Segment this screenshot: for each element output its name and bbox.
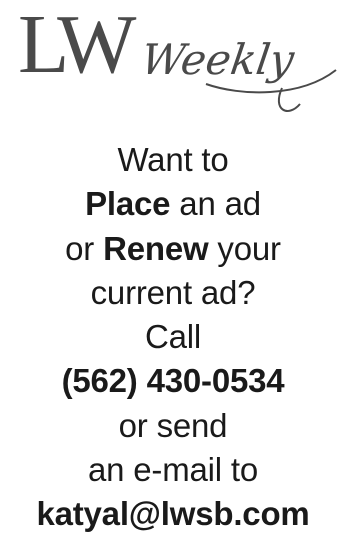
ad-line-current: current ad? bbox=[90, 273, 256, 311]
place-rest: an ad bbox=[170, 185, 261, 223]
lw-weekly-logo: LW Weekly bbox=[0, 0, 346, 130]
ad-line-place: Place an ad bbox=[0, 182, 346, 226]
logo-graphic: LW Weekly bbox=[18, 0, 337, 112]
renew-rest: your bbox=[208, 229, 281, 267]
ad-line-email-to: an e-mail to bbox=[87, 451, 258, 489]
phone-number[interactable]: (562) 430-0534 bbox=[0, 359, 346, 403]
phone-number-text: (562) 430-0534 bbox=[61, 362, 285, 400]
email-address[interactable]: katyal@lwsb.com bbox=[0, 492, 346, 536]
ad-message: Want to Place an ad or Renew your curren… bbox=[0, 138, 346, 537]
ad-line-renew: or Renew your bbox=[0, 227, 346, 271]
email-address-text: katyal@lwsb.com bbox=[36, 495, 310, 533]
renew-word: Renew bbox=[103, 229, 209, 267]
renew-prefix: or bbox=[65, 229, 104, 267]
ad-line-want: Want to bbox=[117, 141, 229, 178]
ad-line-call: Call bbox=[144, 318, 202, 356]
ad-line-send: or send bbox=[118, 406, 228, 444]
logo-mark: LW bbox=[18, 0, 137, 91]
place-word: Place bbox=[85, 185, 171, 223]
logo-word: Weekly bbox=[138, 35, 298, 84]
